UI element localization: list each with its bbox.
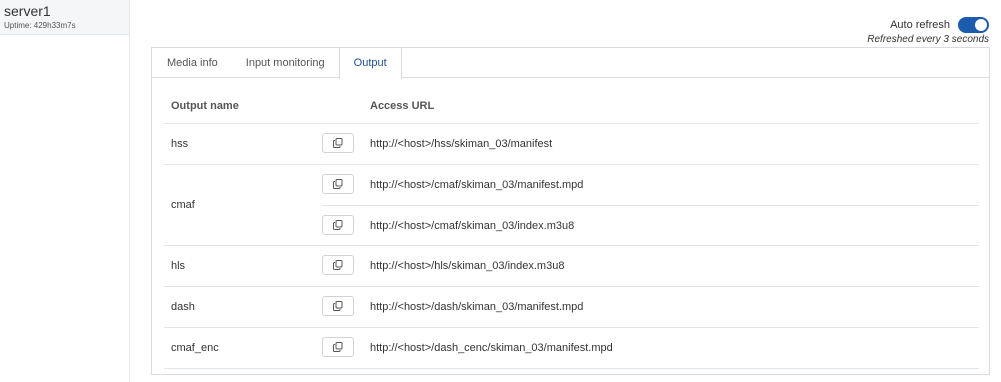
table-row: dash http://<host>/dash/skiman_03/manife…	[164, 287, 979, 328]
copy-icon	[333, 220, 343, 230]
copy-icon	[333, 138, 343, 148]
copy-url-button[interactable]	[322, 337, 354, 357]
auto-refresh: Auto refresh Refreshed every 3 seconds	[867, 16, 989, 45]
copy-url-button[interactable]	[322, 174, 354, 194]
access-url: http://<host>/cmaf/skiman_03/manifest.mp…	[370, 179, 584, 191]
auto-refresh-toggle[interactable]	[958, 16, 989, 33]
table-header: Output name Access URL	[164, 88, 979, 124]
toggle-knob	[975, 18, 987, 31]
copy-url-button[interactable]	[322, 296, 354, 316]
access-url: http://<host>/dash_cenc/skiman_03/manife…	[370, 342, 613, 354]
copy-url-button[interactable]	[322, 255, 354, 275]
output-panel: Media info Input monitoring Output Outpu…	[151, 47, 990, 375]
copy-icon	[333, 301, 343, 311]
table-row: hss http://<host>/hss/skiman_03/manifest	[164, 124, 979, 165]
table-row: cmaf_enc http://<host>/dash_cenc/skiman_…	[164, 328, 979, 369]
refresh-interval-note: Refreshed every 3 seconds	[867, 34, 989, 45]
tab-bar: Media info Input monitoring Output	[152, 48, 989, 79]
tab-input-monitoring[interactable]: Input monitoring	[232, 48, 339, 78]
table-row: hls http://<host>/hls/skiman_03/index.m3…	[164, 246, 979, 287]
server-card[interactable]: server1 Uptime: 429h33m7s	[0, 0, 129, 35]
server-uptime: Uptime: 429h33m7s	[4, 21, 76, 30]
server-name: server1	[4, 3, 51, 19]
column-header-access-url: Access URL	[370, 99, 435, 112]
auto-refresh-label: Auto refresh	[890, 18, 950, 31]
access-url: http://<host>/hss/skiman_03/manifest	[370, 138, 553, 150]
access-url: http://<host>/dash/skiman_03/manifest.mp…	[370, 301, 584, 313]
copy-icon	[333, 342, 343, 352]
column-header-output-name: Output name	[171, 99, 239, 112]
sidebar: server1 Uptime: 429h33m7s	[0, 0, 130, 382]
tab-media-info[interactable]: Media info	[152, 48, 232, 78]
copy-icon	[333, 260, 343, 270]
access-url: http://<host>/cmaf/skiman_03/index.m3u8	[370, 219, 575, 232]
access-url: http://<host>/hls/skiman_03/index.m3u8	[370, 260, 565, 272]
copy-url-button[interactable]	[322, 133, 354, 153]
tab-output[interactable]: Output	[338, 48, 402, 79]
copy-url-button[interactable]	[322, 215, 354, 235]
table-row: cmaf http://<host>/cmaf/skiman_03/manife…	[164, 165, 979, 246]
copy-icon	[333, 179, 343, 189]
output-table: Output name Access URL hss http://<host>…	[164, 88, 979, 369]
